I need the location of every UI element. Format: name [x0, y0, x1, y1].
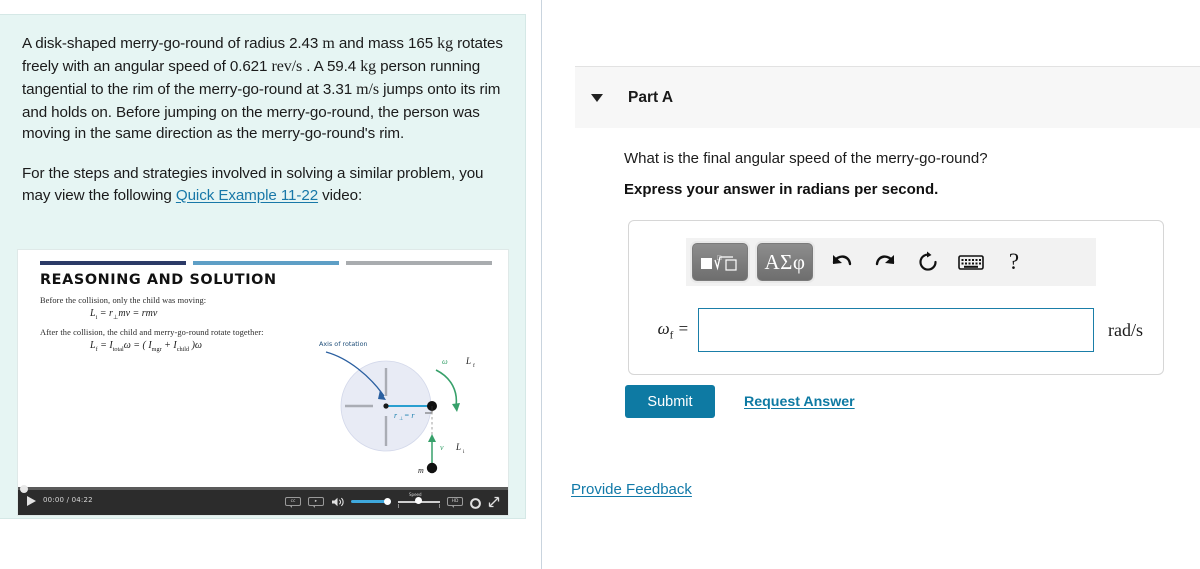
rotation-diagram: Axis of rotation ω L f r ⊥ = r m v L i [318, 334, 498, 484]
unit-rev-per-s: rev/s [271, 57, 303, 75]
video-intro-paragraph: For the steps and strategies involved in… [22, 163, 503, 206]
gear-icon[interactable] [470, 496, 481, 509]
slide-equation-2: Lf = Itotalω = ( Imgr + Ichild )ω [90, 340, 202, 353]
undo-icon[interactable] [825, 245, 859, 279]
video-slide: REASONING AND SOLUTION Before the collis… [18, 250, 508, 487]
answer-container: □ ΑΣφ ? ωf = rad/s [628, 220, 1164, 375]
svg-text:L: L [465, 356, 471, 366]
captions-label: cc [290, 498, 296, 504]
omega-symbol: ω [657, 318, 670, 338]
help-label: ? [1008, 249, 1020, 274]
keyboard-icon[interactable] [954, 245, 988, 279]
equals-sign: = [677, 318, 689, 338]
quick-example-link[interactable]: Quick Example 11-22 [176, 187, 318, 204]
unit-meters: m [322, 35, 335, 52]
question-text: What is the final angular speed of the m… [624, 150, 988, 167]
hd-label: HD [451, 498, 459, 504]
volume-slider[interactable] [351, 497, 391, 505]
rule-segment-dark [40, 261, 186, 265]
omega-subscript: f [669, 329, 674, 342]
video-time: 00:00 / 04:22 [43, 496, 93, 504]
fullscreen-icon[interactable] [488, 495, 500, 508]
problem-paragraph: A disk-shaped merry-go-round of radius 2… [22, 33, 503, 145]
request-answer-link[interactable]: Request Answer [744, 394, 855, 410]
captions-icon[interactable]: cc [285, 496, 301, 508]
speed-tick-right [439, 504, 440, 508]
help-icon[interactable]: ? [997, 245, 1031, 279]
unit-kilograms-person: kg [360, 57, 377, 75]
problem-panel: A disk-shaped merry-go-round of radius 2… [0, 14, 526, 519]
volume-icon[interactable] [331, 495, 344, 507]
redo-icon[interactable] [868, 245, 902, 279]
part-title: Part A [628, 88, 674, 106]
problem-text-0: A disk-shaped merry-go-round of radius 2… [22, 35, 323, 52]
chevron-down-icon[interactable] [591, 93, 603, 102]
greek-symbols-button[interactable]: ΑΣφ [757, 243, 813, 281]
svg-text:= r: = r [404, 411, 415, 420]
math-templates-button[interactable]: □ [692, 243, 748, 281]
slide-rule-bar [40, 261, 492, 265]
svg-text:f: f [473, 362, 475, 369]
greek-symbols-label: ΑΣφ [764, 249, 806, 274]
svg-text:i: i [463, 449, 465, 455]
problem-statement: A disk-shaped merry-go-round of radius 2… [0, 15, 525, 207]
part-a-header[interactable]: Part A [575, 66, 1200, 128]
svg-text:ω: ω [442, 357, 448, 366]
problem-page: A disk-shaped merry-go-round of radius 2… [0, 0, 1200, 569]
transcript-label: ▸ [314, 498, 318, 504]
slide-title: REASONING AND SOLUTION [40, 272, 277, 288]
progress-knob[interactable] [20, 484, 28, 493]
question-body: What is the final angular speed of the m… [624, 150, 1184, 198]
answer-row: ωf = rad/s [631, 307, 1163, 353]
slide-equation-1: Li = r⊥mv = rmv [90, 308, 158, 321]
svg-text:Axis of rotation: Axis of rotation [319, 340, 368, 348]
video-player[interactable]: REASONING AND SOLUTION Before the collis… [18, 250, 508, 515]
unit-kilograms: kg [437, 35, 453, 52]
answer-unit: rad/s [1108, 319, 1143, 340]
provide-feedback-link[interactable]: Provide Feedback [571, 481, 692, 498]
svg-text:m: m [418, 466, 424, 475]
problem-text-6: . A 59.4 [302, 57, 361, 75]
answer-input[interactable] [698, 308, 1094, 352]
hd-icon[interactable]: HD [447, 496, 463, 508]
problem-text-2: and mass 165 [334, 35, 438, 52]
slide-line-2: After the collision, the child and merry… [40, 328, 264, 337]
video-controls-right: cc ▸ Speed HD [285, 487, 500, 515]
svg-text:⊥: ⊥ [399, 416, 403, 422]
rule-segment-blue [193, 261, 339, 265]
speed-tick-left [398, 504, 399, 508]
svg-text:L: L [455, 442, 461, 452]
video-intro-after: video: [318, 186, 363, 204]
rule-segment-gray [346, 261, 492, 265]
speed-slider[interactable]: Speed [398, 492, 440, 508]
unit-m-per-s: m/s [356, 80, 379, 98]
submit-button[interactable]: Submit [625, 385, 715, 418]
svg-text:v: v [440, 443, 444, 452]
transcript-icon[interactable]: ▸ [308, 496, 324, 508]
question-instruction: Express your answer in radians per secon… [624, 181, 939, 198]
slide-line-1: Before the collision, only the child was… [40, 296, 207, 305]
volume-knob[interactable] [384, 497, 391, 505]
math-toolbar: □ ΑΣφ ? [686, 238, 1096, 286]
speed-knob[interactable] [415, 497, 422, 504]
video-controls[interactable]: 00:00 / 04:22 cc ▸ Speed HD [18, 484, 508, 515]
reset-icon[interactable] [911, 245, 945, 279]
submit-row: Submit Request Answer [625, 385, 855, 418]
play-icon[interactable] [27, 496, 36, 506]
panel-divider [541, 0, 542, 569]
answer-variable-label: ωf = [631, 319, 689, 341]
